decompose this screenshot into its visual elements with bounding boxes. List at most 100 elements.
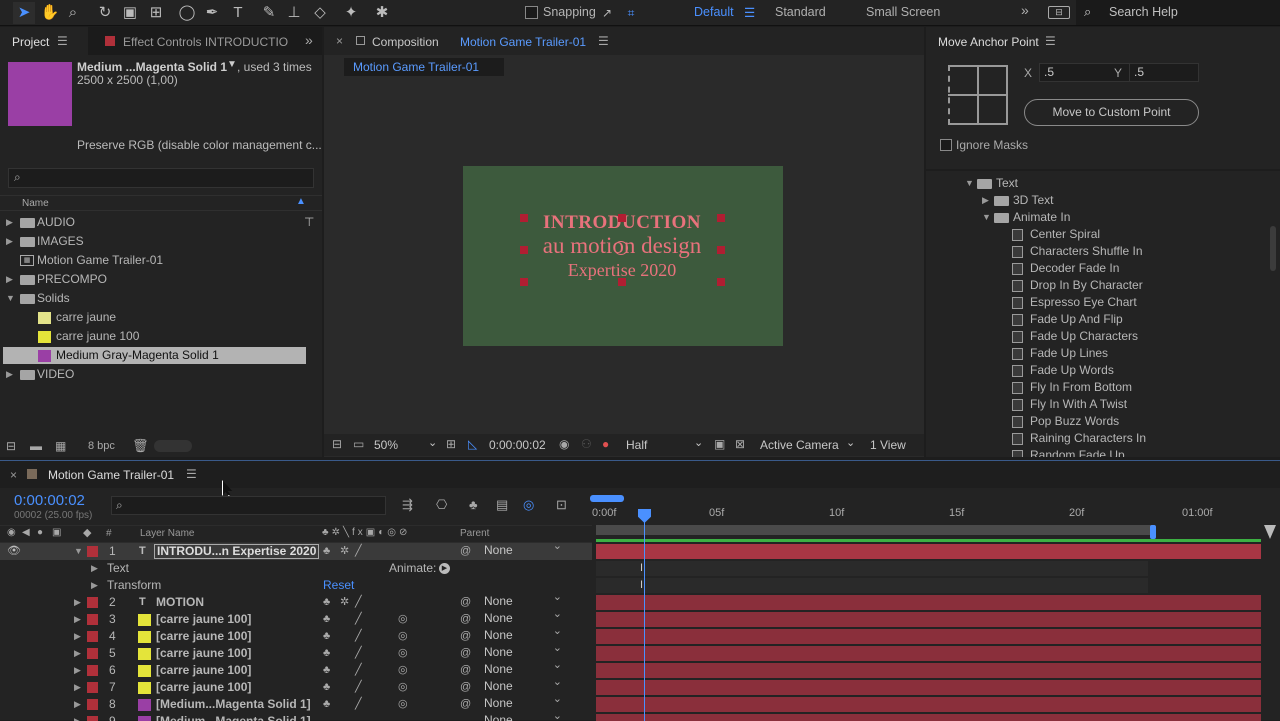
layer-row-3[interactable]: ▶ 3 [carre jaune 100] ♣ ╱ ◎ @ None bbox=[0, 607, 592, 628]
views-dropdown[interactable]: 1 View bbox=[870, 438, 906, 452]
collapse-switch-icon[interactable]: ✲ bbox=[340, 594, 349, 611]
preset-item[interactable]: Fade Up Characters bbox=[926, 328, 1266, 345]
workspace-small-screen[interactable]: Small Screen bbox=[866, 5, 940, 19]
shy-switch-icon[interactable]: ♣ bbox=[323, 543, 330, 560]
project-item-images[interactable]: ▶ IMAGES bbox=[0, 233, 322, 250]
preset-item[interactable]: Pop Buzz Words bbox=[926, 413, 1266, 430]
preset-item[interactable]: Raining Characters In bbox=[926, 430, 1266, 447]
motion-blur-switch-icon[interactable]: ◎ bbox=[398, 645, 408, 662]
expand-triangle-icon[interactable]: ▶ bbox=[74, 628, 81, 645]
close-tab-icon[interactable]: × bbox=[336, 34, 343, 48]
tab-project[interactable]: Project ☰ bbox=[0, 27, 88, 55]
layer-name[interactable]: MOTION bbox=[156, 594, 204, 611]
layer-bar-1[interactable] bbox=[596, 544, 1261, 559]
type-tool-icon[interactable]: T bbox=[227, 2, 249, 24]
workspace-standard[interactable]: Standard bbox=[775, 5, 826, 19]
keyframe-transform-icon[interactable]: I bbox=[640, 579, 643, 591]
pickwhip-icon[interactable]: @ bbox=[460, 696, 471, 713]
preset-item[interactable]: Fly In With A Twist bbox=[926, 396, 1266, 413]
quality-switch-icon[interactable]: ╱ bbox=[355, 611, 362, 628]
tab-effect-controls[interactable]: Effect Controls INTRODUCTIO bbox=[123, 35, 288, 49]
composition-menu-icon[interactable]: ☰ bbox=[598, 34, 609, 48]
project-item-carre-jaune[interactable]: carre jaune bbox=[0, 309, 322, 326]
new-composition-icon[interactable]: ▦ bbox=[55, 439, 66, 453]
item-name[interactable]: Medium ...Magenta Solid 1 bbox=[77, 60, 227, 74]
preset-item[interactable]: Characters Shuffle In bbox=[926, 243, 1266, 260]
sync-settings-icon[interactable]: ⊟ bbox=[1048, 6, 1070, 19]
project-item-audio[interactable]: ▶ AUDIO bbox=[0, 214, 322, 231]
reset-link[interactable]: Reset bbox=[323, 577, 354, 594]
expand-triangle-icon[interactable]: ▶ bbox=[74, 594, 81, 611]
layer-bar-8[interactable] bbox=[596, 697, 1261, 712]
transform-property-row[interactable]: ▶ Transform Reset bbox=[0, 577, 592, 594]
zoom-dropdown[interactable]: 50% ⌄ bbox=[374, 437, 438, 453]
project-item-video[interactable]: ▶ VIDEO bbox=[0, 366, 322, 383]
snap-features-icon[interactable]: ⌗ bbox=[620, 2, 642, 24]
composition-tab-name[interactable]: Motion Game Trailer-01 bbox=[460, 35, 586, 49]
thumbnail-slider[interactable] bbox=[154, 440, 192, 452]
solo-col-icon[interactable]: ● bbox=[37, 527, 43, 538]
expand-triangle-icon[interactable]: ▶ bbox=[6, 366, 13, 383]
grid-icon[interactable]: ⊞ bbox=[446, 437, 456, 451]
layer-bar-2[interactable] bbox=[596, 595, 1261, 610]
shy-switch-icon[interactable]: ♣ bbox=[323, 696, 330, 713]
snapping-checkbox[interactable] bbox=[525, 6, 538, 19]
layer-name[interactable]: [carre jaune 100] bbox=[156, 611, 251, 628]
comp-canvas[interactable]: INTRODUCTION au motion design Expertise … bbox=[463, 166, 783, 346]
pickwhip-icon[interactable]: @ bbox=[460, 594, 471, 611]
presets-scrollbar[interactable] bbox=[1270, 226, 1276, 271]
layer-name[interactable]: INTRODU...n Expertise 2020 bbox=[154, 544, 320, 559]
quality-switch-icon[interactable]: ╱ bbox=[355, 679, 362, 696]
layer-label-color[interactable] bbox=[87, 597, 98, 608]
layer-name[interactable]: [carre jaune 100] bbox=[156, 662, 251, 679]
layer-label-color[interactable] bbox=[87, 614, 98, 625]
pickwhip-icon[interactable]: @ bbox=[460, 611, 471, 628]
layer-bar-4[interactable] bbox=[596, 629, 1261, 644]
ignore-masks-checkbox[interactable] bbox=[940, 139, 952, 151]
preset-item[interactable]: Center Spiral bbox=[926, 226, 1266, 243]
brush-tool-icon[interactable]: ✎ bbox=[258, 2, 280, 24]
panel-overflow-icon[interactable]: » bbox=[305, 32, 313, 48]
project-item-carre-jaune-100[interactable]: carre jaune 100 bbox=[0, 328, 322, 345]
time-ruler[interactable]: 0:00f 05f 10f 15f 20f 01:00f bbox=[592, 503, 1264, 525]
layer-label-color[interactable] bbox=[87, 648, 98, 659]
work-area-start-bar[interactable] bbox=[590, 495, 624, 502]
collapse-triangle-icon[interactable]: ▼ bbox=[982, 209, 991, 226]
layer-name[interactable]: [Medium...Magenta Solid 1] bbox=[156, 696, 311, 713]
anchor-menu-icon[interactable]: ☰ bbox=[1045, 34, 1056, 48]
preset-item[interactable]: Fade Up Lines bbox=[926, 345, 1266, 362]
motion-blur-switch-icon[interactable]: ◎ bbox=[398, 679, 408, 696]
shy-switch-icon[interactable]: ♣ bbox=[323, 679, 330, 696]
camera-tool-icon[interactable]: ▣ bbox=[119, 2, 141, 24]
layer-name-header[interactable]: Layer Name bbox=[140, 528, 194, 539]
pickwhip-icon[interactable]: @ bbox=[460, 662, 471, 679]
comp-mini-flowchart-icon[interactable]: ⇶ bbox=[402, 497, 413, 513]
project-item-precompo[interactable]: ▶ PRECOMPO bbox=[0, 271, 322, 288]
text-property-row[interactable]: ▶ Text Animate: ▶ bbox=[0, 560, 592, 577]
layer-row-7[interactable]: ▶ 7 [carre jaune 100] ♣ ╱ ◎ @ None bbox=[0, 675, 592, 696]
quality-switch-icon[interactable]: ╱ bbox=[355, 662, 362, 679]
quality-switch-icon[interactable]: ╱ bbox=[355, 628, 362, 645]
more-workspaces-icon[interactable]: » bbox=[1021, 2, 1029, 18]
new-folder-icon[interactable]: ▬ bbox=[30, 439, 42, 453]
pickwhip-icon[interactable]: @ bbox=[460, 628, 471, 645]
frame-blending-icon[interactable]: ▤ bbox=[496, 497, 508, 513]
draft-3d-icon[interactable]: ⎔ bbox=[436, 497, 447, 513]
project-item-magenta-solid-selected[interactable]: Medium Gray-Magenta Solid 1 bbox=[3, 347, 306, 364]
label-col-icon[interactable]: ◆ bbox=[83, 526, 91, 539]
audio-col-icon[interactable]: ◀ bbox=[22, 527, 30, 538]
shy-switch-icon[interactable]: ♣ bbox=[323, 594, 330, 611]
region-icon[interactable]: ◺ bbox=[468, 437, 477, 451]
puppet-tool-icon[interactable]: ✱ bbox=[371, 2, 393, 24]
layer-row-2[interactable]: ▶ 2 T MOTION ♣ ✲ ╱ @ None bbox=[0, 590, 592, 611]
expand-triangle-icon[interactable]: ▶ bbox=[74, 645, 81, 662]
expand-triangle-icon[interactable]: ▶ bbox=[6, 214, 13, 231]
region-of-interest-icon[interactable]: ▣ bbox=[714, 437, 725, 451]
shy-switch-icon[interactable]: ♣ bbox=[323, 645, 330, 662]
collapse-triangle-icon[interactable]: ▼ bbox=[74, 543, 83, 560]
expand-triangle-icon[interactable]: ▶ bbox=[982, 192, 989, 209]
rotate-tool-icon[interactable]: ↻ bbox=[94, 2, 116, 24]
channel-icon[interactable]: ● bbox=[602, 437, 609, 451]
layer-row-1[interactable]: 👁 ▼ 1 T INTRODU...n Expertise 2020 ♣ ✲ ╱… bbox=[0, 539, 592, 560]
resolution-dropdown[interactable]: Half ⌄ bbox=[626, 437, 706, 453]
